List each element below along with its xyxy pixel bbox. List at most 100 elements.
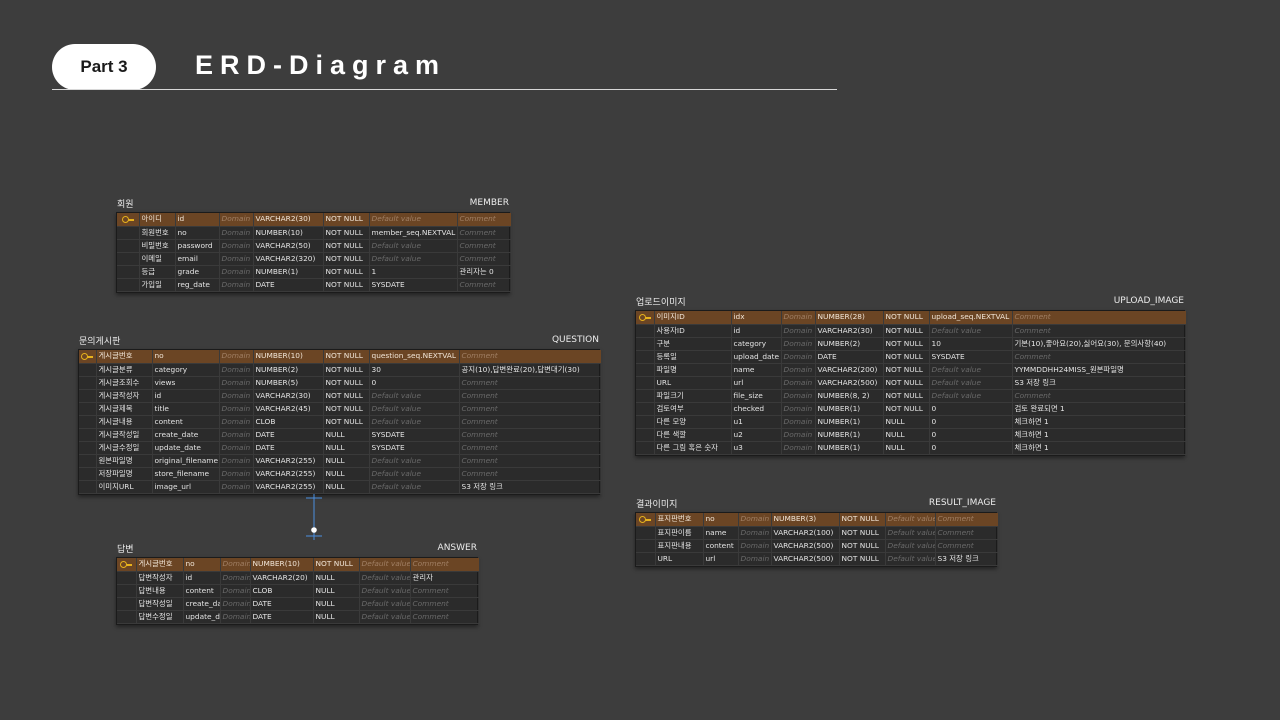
logical-name-cell: 다른 모양 — [654, 415, 732, 429]
logical-name-cell: 구분 — [654, 337, 732, 351]
logical-name-cell: 검토여부 — [654, 402, 732, 416]
logical-name-cell: 이미지URL — [96, 480, 153, 494]
default-cell: 0 — [929, 441, 1013, 455]
column-row[interactable]: 저장파일명 store_filename Domain VARCHAR2(255) NU… — [79, 467, 602, 481]
comment-cell: Comment — [457, 239, 512, 253]
column-row[interactable]: 원본파일명 original_filename Domain VARCHAR2(255… — [79, 454, 602, 468]
column-row[interactable]: 파일크기 file_size Domain NUMBER(8, 2) NOT NULL D… — [636, 389, 1187, 403]
connector-handle[interactable] — [311, 527, 317, 533]
key-cell — [636, 376, 655, 390]
column-row[interactable]: 게시글제목 title Domain VARCHAR2(45) NOT NULL Defa… — [79, 402, 602, 416]
key-cell — [117, 597, 137, 611]
column-row[interactable]: 게시글조회수 views Domain NUMBER(5) NOT NULL 0 Comme… — [79, 376, 602, 390]
key-cell — [636, 363, 655, 377]
default-cell: 1 — [369, 265, 458, 279]
column-row[interactable]: 표지판이름 name Domain VARCHAR2(100) NOT NULL Defa… — [636, 526, 999, 540]
primary-key-row[interactable]: 게시글번호 no Domain NUMBER(10) NOT NULL Default v… — [117, 558, 480, 572]
entity-header: 업로드이미지 UPLOAD_IMAGE — [635, 292, 1185, 310]
column-row[interactable]: 다른 그림 혹은 숫자 u3 Domain NUMBER(1) NULL 0 체크하면 1 — [636, 441, 1187, 455]
column-row[interactable]: 답변작성일create_dateDomainDATENULLDefault va… — [117, 597, 480, 611]
column-row[interactable]: 다른 모양 u1 Domain NUMBER(1) NULL 0 체크하면 1 — [636, 415, 1187, 429]
entity-label: 답변 — [117, 544, 134, 555]
column-row[interactable]: 다른 색깔 u2 Domain NUMBER(1) NULL 0 체크하면 1 — [636, 428, 1187, 442]
column-row[interactable]: 등록일 upload_date Domain DATE NOT NULL SYSDATE C… — [636, 350, 1187, 364]
primary-key-row[interactable]: 게시글번호 no Domain NUMBER(10) NOT NULL question_… — [79, 350, 602, 364]
column-row[interactable]: 게시글작성일 create_date Domain DATE NULL SYSDATE Co… — [79, 428, 602, 442]
physical-name-cell: file_size — [731, 389, 782, 403]
question-entity[interactable]: 문의게시판 QUESTION 게시글번호 no Domain NUMBER(10) NOT … — [78, 331, 602, 495]
null-cell: NOT NULL — [323, 376, 370, 390]
default-cell: Default value — [359, 610, 411, 624]
comment-cell: Comment — [935, 513, 999, 527]
column-row[interactable]: 게시글작성자 id Domain VARCHAR2(30) NOT NULL Defaul… — [79, 389, 602, 403]
part-label: Part 3 — [80, 57, 128, 76]
key-cell — [117, 571, 137, 585]
column-row[interactable]: 검토여부 checked Domain NUMBER(1) NOT NULL 0 검토 완료… — [636, 402, 1187, 416]
comment-cell: S3 저장 링크 — [935, 552, 999, 566]
column-row[interactable]: 비밀번호 password Domain VARCHAR2(50) NOT NULL De… — [117, 239, 512, 253]
domain-cell: Domain — [738, 526, 772, 540]
logical-name-cell: 게시글번호 — [96, 350, 153, 364]
key-cell — [636, 539, 656, 553]
column-row[interactable]: 구분 category Domain NUMBER(2) NOT NULL 10 기본(10… — [636, 337, 1187, 351]
key-cell — [117, 213, 140, 227]
column-row[interactable]: 게시글내용 content Domain CLOB NOT NULL Default va… — [79, 415, 602, 429]
physical-name-cell: title — [152, 402, 220, 416]
key-cell — [636, 311, 655, 325]
column-row[interactable]: 표지판내용 content Domain VARCHAR2(500) NOT NULL D… — [636, 539, 999, 553]
null-cell: NOT NULL — [883, 389, 930, 403]
entity-name: RESULT_IMAGE — [928, 498, 996, 508]
null-cell: NOT NULL — [883, 350, 930, 364]
primary-key-row[interactable]: 표지판번호 no Domain NUMBER(3) NOT NULL Default va… — [636, 513, 999, 527]
physical-name-cell: id — [152, 389, 220, 403]
datatype-cell: DATE — [250, 597, 314, 611]
datatype-cell: DATE — [253, 441, 324, 455]
domain-cell: Domain — [219, 350, 254, 364]
physical-name-cell: id — [731, 324, 782, 338]
physical-name-cell: no — [152, 350, 220, 364]
domain-cell: Domain — [219, 265, 254, 279]
primary-key-icon — [638, 313, 651, 322]
result-image-entity[interactable]: 결과이미지 RESULT_IMAGE 표지판번호 no Domain NUMBER(3) N… — [635, 494, 999, 567]
null-cell: NOT NULL — [883, 376, 930, 390]
column-row[interactable]: URL url Domain VARCHAR2(500) NOT NULL Default… — [636, 376, 1187, 390]
relationship-connector[interactable] — [294, 492, 334, 544]
column-row[interactable]: 가입일 reg_date Domain DATE NOT NULL SYSDATE Comm… — [117, 278, 512, 292]
key-cell — [117, 584, 137, 598]
physical-name-cell: grade — [175, 265, 220, 279]
null-cell: NOT NULL — [839, 526, 886, 540]
column-row[interactable]: 이메일 email Domain VARCHAR2(320) NOT NULL Defau… — [117, 252, 512, 266]
comment-cell: Comment — [1012, 324, 1187, 338]
comment-cell: Comment — [457, 278, 512, 292]
column-row[interactable]: 사용자ID id Domain VARCHAR2(30) NOT NULL Default… — [636, 324, 1187, 338]
upload-image-entity[interactable]: 업로드이미지 UPLOAD_IMAGE 이미지ID idx Domain NUMBER(2… — [635, 292, 1187, 456]
logical-name-cell: URL — [654, 376, 732, 390]
column-row[interactable]: 이미지URL image_url Domain VARCHAR2(255) NULL De… — [79, 480, 602, 494]
domain-cell: Domain — [219, 376, 254, 390]
default-cell: SYSDATE — [369, 278, 458, 292]
column-row[interactable]: 회원번호 no Domain NUMBER(10) NOT NULL member_seq… — [117, 226, 512, 240]
key-cell — [79, 350, 97, 364]
domain-cell: Domain — [220, 610, 251, 624]
key-cell — [117, 252, 140, 266]
column-row[interactable]: 등급 grade Domain NUMBER(1) NOT NULL 1 관리자는 0 — [117, 265, 512, 279]
column-row[interactable]: 게시글수정일 update_date Domain DATE NULL SYSDATE Co… — [79, 441, 602, 455]
column-row[interactable]: 파일명 name Domain VARCHAR2(200) NOT NULL Defaul… — [636, 363, 1187, 377]
logical-name-cell: 표지판번호 — [655, 513, 704, 527]
key-cell — [636, 324, 655, 338]
datatype-cell: VARCHAR2(30) — [815, 324, 884, 338]
primary-key-row[interactable]: 이미지ID idx Domain NUMBER(28) NOT NULL upload_s… — [636, 311, 1187, 325]
column-row[interactable]: 답변작성자 id Domain VARCHAR2(20) NULL Default val… — [117, 571, 480, 585]
entity-table: 게시글번호 no Domain NUMBER(10) NOT NULL question_… — [78, 349, 602, 495]
primary-key-row[interactable]: 아이디 id Domain VARCHAR2(30) NOT NULL Default v… — [117, 213, 512, 227]
logical-name-cell: 파일크기 — [654, 389, 732, 403]
column-row[interactable]: 게시글분류 category Domain NUMBER(2) NOT NULL 30 공지… — [79, 363, 602, 377]
domain-cell: Domain — [219, 213, 254, 227]
column-row[interactable]: URL url Domain VARCHAR2(500) NOT NULL Default… — [636, 552, 999, 566]
column-row[interactable]: 답변내용 content Domain CLOB NULL Default value Co… — [117, 584, 480, 598]
default-cell: Default value — [885, 539, 936, 553]
member-entity[interactable]: 회원 MEMBER 아이디 id Domain VARCHAR2(30) NOT NULL D… — [116, 194, 512, 293]
key-cell — [79, 363, 97, 377]
answer-entity[interactable]: 답변 ANSWER 게시글번호 no Domain NUMBER(10) NOT NULL D… — [116, 539, 480, 625]
column-row[interactable]: 답변수정일update_dateDomainDATENULLDefault va… — [117, 610, 480, 624]
